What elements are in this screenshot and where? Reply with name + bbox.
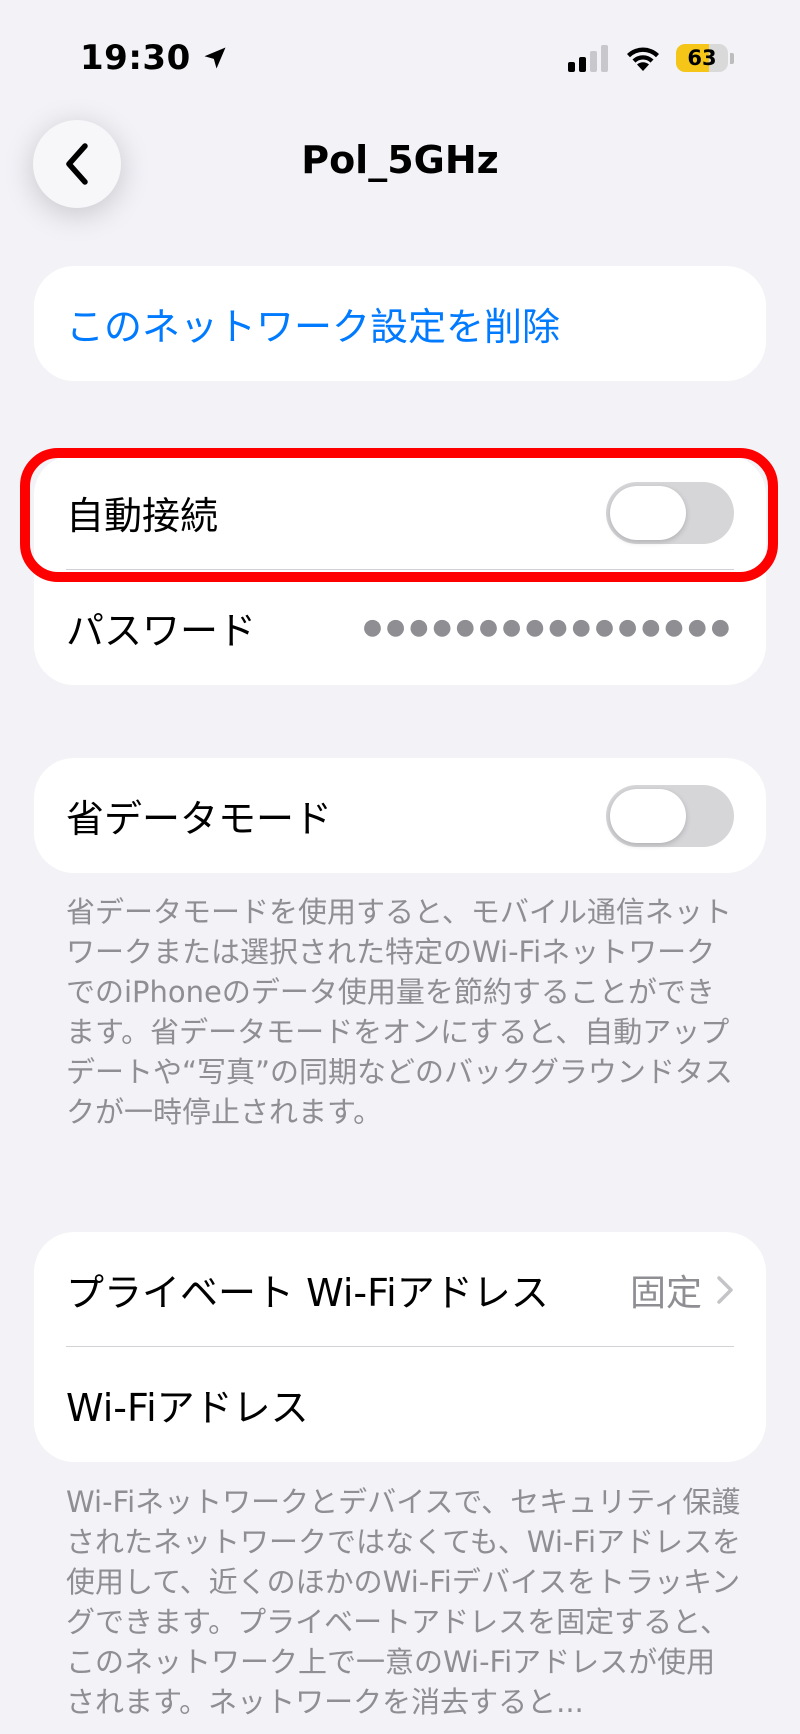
private-address-description: Wi-Fiネットワークとデバイスで、セキュリティ保護されたネットワークではなくて… bbox=[66, 1485, 741, 1719]
forget-network-card: このネットワーク設定を削除 bbox=[34, 266, 766, 381]
low-data-card: 省データモード bbox=[34, 758, 766, 873]
forget-network-button[interactable]: このネットワーク設定を削除 bbox=[34, 266, 766, 381]
cellular-signal-icon bbox=[568, 44, 610, 72]
battery-cap bbox=[730, 52, 734, 64]
toggle-knob bbox=[610, 788, 686, 843]
low-data-description: 省データモードを使用すると、モバイル通信ネットワークまたは選択された特定のWi-… bbox=[66, 895, 733, 1129]
battery-icon: 63 bbox=[676, 44, 728, 72]
forget-network-label: このネットワーク設定を削除 bbox=[66, 305, 561, 349]
wifi-address-label: Wi-Fiアドレス bbox=[66, 1386, 309, 1430]
password-value: ●●●●●●●●●●●●●●●● bbox=[362, 615, 734, 640]
toggle-knob bbox=[610, 485, 686, 540]
auto-join-row: 自動接続 bbox=[34, 455, 766, 570]
status-bar: 19:30 63 bbox=[0, 0, 800, 110]
network-settings-card: 自動接続 パスワード ●●●●●●●●●●●●●●●● bbox=[34, 455, 766, 685]
battery-level-text: 63 bbox=[687, 46, 717, 70]
chevron-right-icon bbox=[716, 1275, 734, 1305]
wifi-address-row: Wi-Fiアドレス bbox=[34, 1347, 766, 1462]
private-address-row[interactable]: プライベート Wi-Fiアドレス 固定 bbox=[34, 1232, 766, 1347]
page-title: Pol_5GHz bbox=[301, 138, 499, 182]
location-arrow-icon bbox=[201, 44, 229, 72]
auto-join-toggle[interactable] bbox=[606, 481, 734, 544]
wifi-icon bbox=[624, 44, 662, 72]
low-data-row: 省データモード bbox=[34, 758, 766, 873]
low-data-label: 省データモード bbox=[66, 797, 333, 841]
low-data-toggle[interactable] bbox=[606, 784, 734, 847]
private-address-value: 固定 bbox=[629, 1272, 702, 1314]
private-address-label: プライベート Wi-Fiアドレス bbox=[66, 1271, 549, 1315]
private-address-card: プライベート Wi-Fiアドレス 固定 Wi-Fiアドレス bbox=[34, 1232, 766, 1462]
auto-join-label: 自動接続 bbox=[66, 494, 219, 538]
status-indicators: 63 bbox=[568, 44, 734, 72]
password-label: パスワード bbox=[66, 609, 257, 653]
status-time: 19:30 bbox=[80, 38, 229, 78]
password-row[interactable]: パスワード ●●●●●●●●●●●●●●●● bbox=[34, 570, 766, 685]
time-text: 19:30 bbox=[80, 38, 191, 78]
